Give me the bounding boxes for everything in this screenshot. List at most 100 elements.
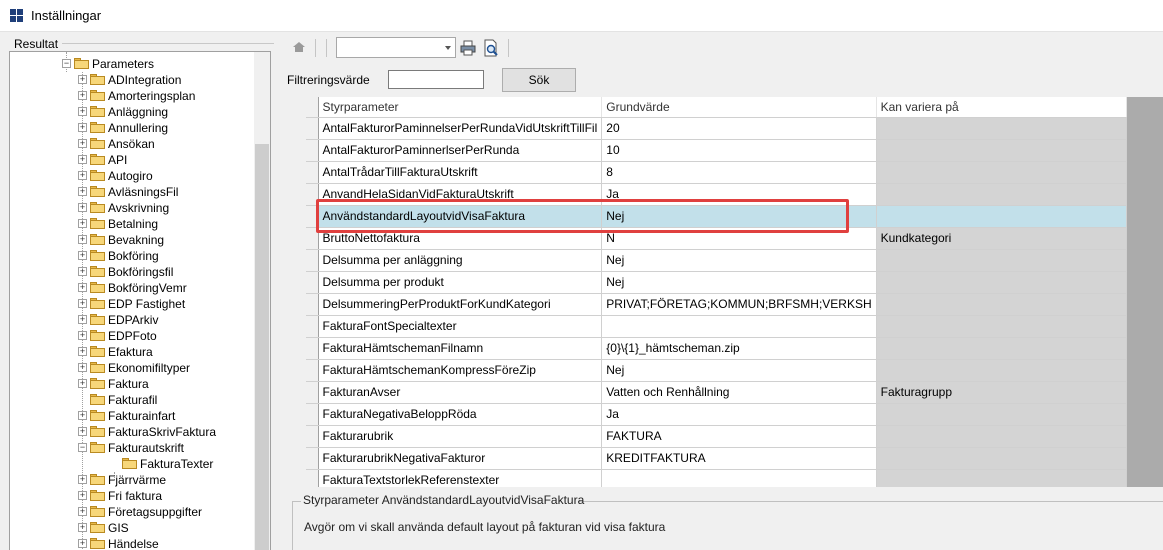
tree-item[interactable]: + Ansökan <box>10 136 254 152</box>
cell-grundvarde[interactable]: Nej <box>601 359 877 382</box>
tree-item[interactable]: + EDP Fastighet <box>10 296 254 312</box>
cell-styrparameter[interactable]: AntalFakturorPaminnelserPerRundaVidUtskr… <box>318 117 603 140</box>
tree-scrollbar[interactable] <box>254 52 270 550</box>
grid-row[interactable]: BruttoNettofaktura N Kundkategori <box>306 227 1127 250</box>
row-header[interactable] <box>306 139 319 162</box>
tree-item[interactable]: + Fri faktura <box>10 488 254 504</box>
cell-styrparameter[interactable]: FakturaHämtschemanKompressFöreZip <box>318 359 603 382</box>
cell-grundvarde[interactable]: PRIVAT;FÖRETAG;KOMMUN;BRFSMH;VERKSH <box>601 293 877 316</box>
home-icon[interactable] <box>292 41 306 53</box>
grid-row[interactable]: AntalFakturorPaminnelserPerRundaVidUtskr… <box>306 117 1127 140</box>
tree-item[interactable]: Fakturafil <box>10 392 254 408</box>
tree-item[interactable]: + EDPArkiv <box>10 312 254 328</box>
cell-kan-variera-pa[interactable] <box>876 315 1127 338</box>
collapse-icon[interactable]: − <box>62 59 71 68</box>
row-header[interactable] <box>306 271 319 294</box>
expand-icon[interactable]: + <box>78 139 87 148</box>
expand-icon[interactable]: + <box>78 91 87 100</box>
cell-kan-variera-pa[interactable] <box>876 337 1127 360</box>
column-header-kan-variera-pa[interactable]: Kan variera på <box>876 97 1127 118</box>
cell-kan-variera-pa[interactable] <box>876 205 1127 228</box>
row-header[interactable] <box>306 227 319 250</box>
expand-icon[interactable]: + <box>78 299 87 308</box>
cell-grundvarde[interactable]: 10 <box>601 139 877 162</box>
row-header[interactable] <box>306 447 319 470</box>
expand-icon[interactable]: + <box>78 251 87 260</box>
cell-styrparameter[interactable]: Delsumma per anläggning <box>318 249 603 272</box>
tree-item[interactable]: + Efaktura <box>10 344 254 360</box>
expand-icon[interactable]: + <box>78 203 87 212</box>
cell-grundvarde[interactable]: Ja <box>601 403 877 426</box>
cell-kan-variera-pa[interactable] <box>876 117 1127 140</box>
row-header[interactable] <box>306 403 319 426</box>
cell-styrparameter[interactable]: BruttoNettofaktura <box>318 227 603 250</box>
cell-grundvarde[interactable]: N <box>601 227 877 250</box>
cell-kan-variera-pa[interactable] <box>876 271 1127 294</box>
cell-grundvarde[interactable]: Ja <box>601 183 877 206</box>
cell-kan-variera-pa[interactable] <box>876 425 1127 448</box>
search-button[interactable]: Sök <box>502 68 576 92</box>
grid-row[interactable]: Delsumma per anläggning Nej <box>306 249 1127 272</box>
cell-kan-variera-pa[interactable] <box>876 469 1127 487</box>
expand-icon[interactable]: + <box>78 523 87 532</box>
cell-grundvarde[interactable]: Vatten och Renhållning <box>601 381 877 404</box>
row-header[interactable] <box>306 205 319 228</box>
cell-grundvarde[interactable]: Nej <box>601 249 877 272</box>
grid-row[interactable]: FakturaTextstorlekReferenstexter <box>306 469 1127 487</box>
row-header[interactable] <box>306 315 319 338</box>
row-header[interactable] <box>306 359 319 382</box>
cell-styrparameter[interactable]: Fakturarubrik <box>318 425 603 448</box>
tree-item[interactable]: + Betalning <box>10 216 254 232</box>
expand-icon[interactable]: + <box>78 155 87 164</box>
row-header[interactable] <box>306 337 319 360</box>
cell-grundvarde[interactable]: 20 <box>601 117 877 140</box>
tree-item[interactable]: + Fjärrvärme <box>10 472 254 488</box>
cell-grundvarde[interactable]: Nej <box>601 271 877 294</box>
expand-icon[interactable]: + <box>78 75 87 84</box>
tree-scrollbar-thumb[interactable] <box>255 144 269 550</box>
tree-item[interactable]: + Bokföringsfil <box>10 264 254 280</box>
grid-row[interactable]: AntalTrådarTillFakturaUtskrift 8 <box>306 161 1127 184</box>
cell-styrparameter[interactable]: AnvändstandardLayoutvidVisaFaktura <box>318 205 603 228</box>
tree-item[interactable]: + ADIntegration <box>10 72 254 88</box>
expand-icon[interactable]: + <box>78 107 87 116</box>
cell-styrparameter[interactable]: DelsummeringPerProduktForKundKategori <box>318 293 603 316</box>
expand-icon[interactable]: + <box>78 379 87 388</box>
tree-item[interactable]: + Avskrivning <box>10 200 254 216</box>
cell-grundvarde[interactable] <box>601 469 877 487</box>
cell-kan-variera-pa[interactable] <box>876 139 1127 162</box>
tree-item[interactable]: + Bevakning <box>10 232 254 248</box>
row-header[interactable] <box>306 183 319 206</box>
printer-icon[interactable] <box>460 40 476 56</box>
tree-item[interactable]: + GIS <box>10 520 254 536</box>
cell-styrparameter[interactable]: FakturaNegativaBeloppRöda <box>318 403 603 426</box>
row-header[interactable] <box>306 381 319 404</box>
expand-icon[interactable]: + <box>78 219 87 228</box>
cell-styrparameter[interactable]: Delsumma per produkt <box>318 271 603 294</box>
expand-icon[interactable]: + <box>78 539 87 548</box>
cell-styrparameter[interactable]: AntalFakturorPaminnerlserPerRunda <box>318 139 603 162</box>
expand-icon[interactable]: + <box>78 315 87 324</box>
cell-kan-variera-pa[interactable] <box>876 403 1127 426</box>
grid-row[interactable]: FakturaHämtschemanFilnamn {0}\{1}_hämtsch… <box>306 337 1127 360</box>
expand-icon[interactable]: + <box>78 491 87 500</box>
cell-styrparameter[interactable]: FakturanAvser <box>318 381 603 404</box>
cell-grundvarde[interactable]: Nej <box>601 205 877 228</box>
expand-icon[interactable]: + <box>78 427 87 436</box>
cell-kan-variera-pa[interactable]: Fakturagrupp <box>876 381 1127 404</box>
expand-icon[interactable]: + <box>78 283 87 292</box>
cell-grundvarde[interactable]: FAKTURA <box>601 425 877 448</box>
expand-icon[interactable]: + <box>78 267 87 276</box>
expand-icon[interactable]: + <box>78 475 87 484</box>
cell-styrparameter[interactable]: AntalTrådarTillFakturaUtskrift <box>318 161 603 184</box>
tree-item[interactable]: + FakturaSkrivFaktura <box>10 424 254 440</box>
tree-item[interactable]: + AvläsningsFil <box>10 184 254 200</box>
tree-item[interactable]: − Parameters <box>10 56 254 72</box>
grid-row[interactable]: Fakturarubrik FAKTURA <box>306 425 1127 448</box>
parameter-tree[interactable]: − Parameters + ADIntegration + Amorteringspla… <box>9 51 271 550</box>
tree-item[interactable]: + BokföringVemr <box>10 280 254 296</box>
column-header-grundvarde[interactable]: Grundvärde <box>601 97 877 118</box>
chevron-down-icon[interactable] <box>445 46 451 50</box>
expand-icon[interactable]: + <box>78 507 87 516</box>
cell-styrparameter[interactable]: FakturarubrikNegativaFakturor <box>318 447 603 470</box>
